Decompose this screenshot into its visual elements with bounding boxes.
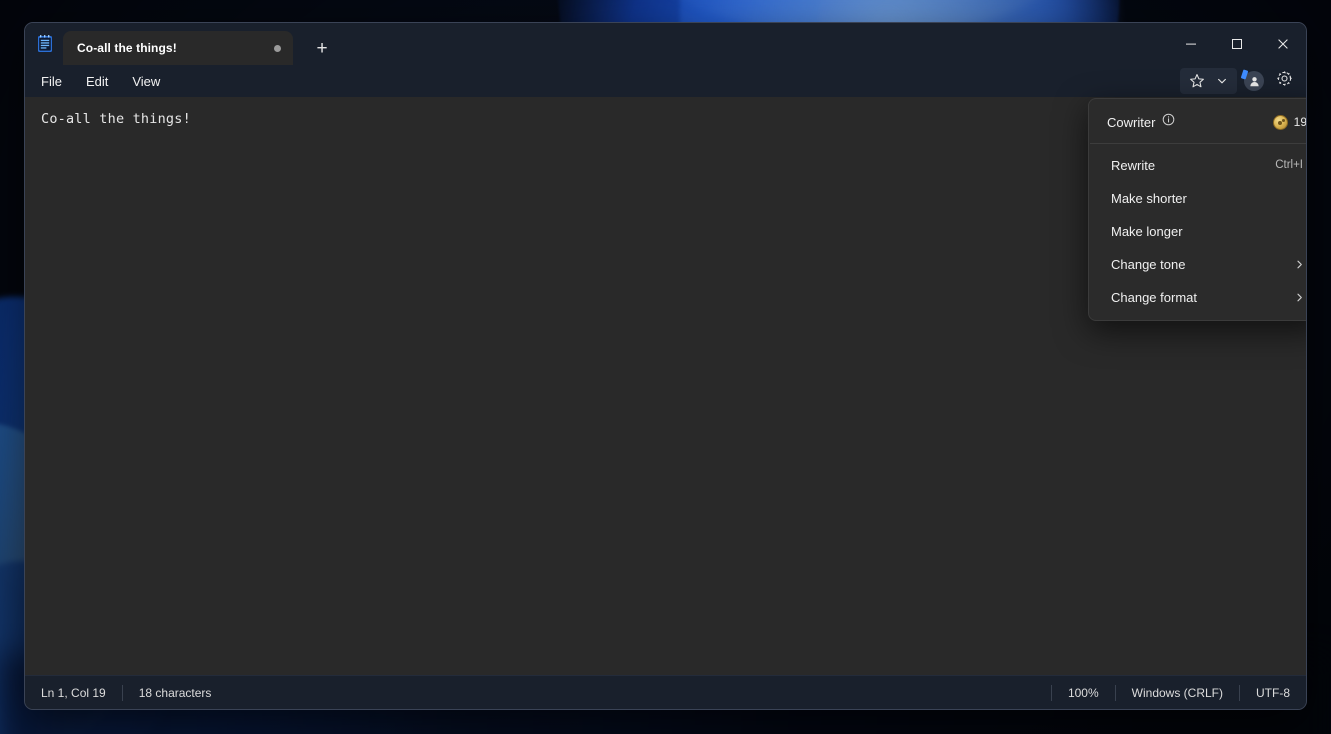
zoom-level[interactable]: 100% (1052, 687, 1115, 699)
cowriter-credits: 19 (1272, 114, 1307, 130)
tab-title: Co-all the things! (77, 41, 177, 55)
keyboard-shortcut: Ctrl+I (1275, 158, 1303, 171)
cowriter-title: Cowriter (1107, 114, 1156, 130)
star-icon[interactable] (1184, 68, 1210, 94)
menu-item-view[interactable]: View (120, 71, 172, 92)
account-button[interactable] (1239, 68, 1269, 94)
credits-count: 19 (1293, 115, 1307, 129)
menu-item-label: Change tone (1111, 257, 1186, 272)
settings-button[interactable] (1271, 68, 1298, 94)
notepad-window: Co-all the things! + File Edit View Co-a… (24, 22, 1307, 710)
minimize-button[interactable] (1168, 23, 1214, 65)
line-endings[interactable]: Windows (CRLF) (1116, 687, 1239, 699)
tab-strip: Co-all the things! + (63, 23, 339, 65)
chevron-right-icon (1294, 259, 1306, 270)
character-count: 18 characters (138, 685, 212, 700)
desktop: Co-all the things! + File Edit View Co-a… (0, 0, 1331, 734)
menu-item-edit[interactable]: Edit (74, 71, 120, 92)
menu-bar: File Edit View (25, 65, 1306, 97)
coin-icon (1272, 114, 1288, 130)
cowriter-menu: Cowriter 19 Rewrite Ctrl+I Make shorter … (1088, 98, 1307, 321)
status-bar: Ln 1, Col 19 18 characters 100% Windows … (25, 675, 1306, 709)
gear-icon (1276, 70, 1293, 92)
cowriter-menu-header: Cowriter 19 (1089, 103, 1307, 143)
menu-item-label: Rewrite (1111, 158, 1156, 173)
maximize-icon (1232, 39, 1242, 49)
window-controls (1168, 23, 1306, 65)
cowriter-item-make-shorter[interactable]: Make shorter (1093, 182, 1306, 215)
chevron-down-icon[interactable] (1211, 68, 1233, 94)
menu-bar-right-tools (1180, 68, 1298, 94)
tab-co-all-the-things[interactable]: Co-all the things! (63, 31, 293, 65)
menu-item-label: Make longer (1111, 224, 1183, 239)
encoding[interactable]: UTF-8 (1240, 687, 1306, 699)
menu-item-label: Change format (1111, 290, 1197, 305)
menu-item-file[interactable]: File (29, 71, 74, 92)
status-bar-left: Ln 1, Col 19 18 characters (25, 684, 227, 701)
cowriter-item-change-format[interactable]: Change format (1093, 281, 1306, 314)
cowriter-item-rewrite[interactable]: Rewrite Ctrl+I (1093, 149, 1306, 182)
status-bar-right: 100% Windows (CRLF) UTF-8 (1050, 684, 1306, 701)
info-icon[interactable] (1162, 113, 1175, 131)
notepad-icon (35, 34, 55, 54)
cowriter-item-make-longer[interactable]: Make longer (1093, 215, 1306, 248)
new-tab-button[interactable]: + (305, 33, 339, 63)
close-icon (1278, 39, 1288, 49)
maximize-button[interactable] (1214, 23, 1260, 65)
menu-separator (1090, 143, 1306, 144)
title-bar: Co-all the things! + (25, 23, 1306, 65)
menu-item-label: Make shorter (1111, 191, 1187, 206)
cowriter-button[interactable] (1180, 68, 1237, 94)
minimize-icon (1186, 43, 1196, 45)
chevron-right-icon (1294, 292, 1306, 303)
cursor-position[interactable]: Ln 1, Col 19 (25, 687, 122, 699)
close-button[interactable] (1260, 23, 1306, 65)
unsaved-changes-dot-icon (274, 44, 281, 52)
cowriter-item-change-tone[interactable]: Change tone (1093, 248, 1306, 281)
